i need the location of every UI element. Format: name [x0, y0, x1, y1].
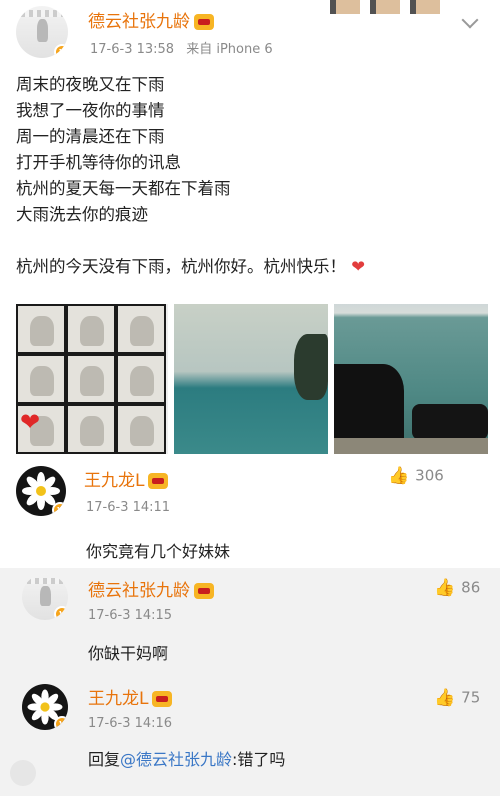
verified-badge-icon: v [54, 44, 68, 58]
header-image-strip [330, 0, 450, 14]
author-name[interactable]: 德云社张九龄 [88, 7, 214, 32]
heart-icon: ❤ [351, 257, 366, 276]
verified-badge-icon: v [52, 502, 66, 516]
vip-crown-icon [194, 14, 214, 30]
chevron-down-icon[interactable] [461, 11, 479, 29]
post-text: 周末的夜晚又在下雨 我想了一夜你的事情 周一的清晨还在下雨 打开手机等待你的讯息… [16, 72, 486, 280]
like-count: 86 [461, 578, 481, 597]
reply-timestamp: 17-6-3 14:16 [88, 716, 173, 731]
tree-shape [294, 334, 328, 400]
commenter-name[interactable]: 王九龙L [84, 466, 169, 491]
like-count: 75 [461, 688, 481, 707]
post-line: 周末的夜晚又在下雨 [16, 75, 165, 94]
post-source: 来自 iPhone 6 [186, 42, 273, 57]
like-button[interactable]: 👍 306 [388, 466, 444, 486]
mention-link[interactable]: @德云社张九龄 [120, 750, 232, 769]
post-line: 周一的清晨还在下雨 [16, 127, 165, 146]
photo-collage[interactable]: ❤ [16, 304, 168, 454]
photo-lake-feet[interactable] [334, 304, 488, 454]
post-line: 杭州的夏天每一天都在下着雨 [16, 179, 231, 198]
vip-crown-icon [148, 473, 169, 489]
rock-shape [334, 438, 488, 454]
like-count: 306 [415, 466, 444, 485]
post-last-line: 杭州的今天没有下雨，杭州你好。杭州快乐！ ❤ [16, 254, 486, 280]
shoe-shape [412, 404, 488, 440]
verified-badge-icon: v [54, 606, 68, 620]
commenter-name-text: 王九龙L [84, 471, 145, 491]
author-avatar[interactable]: v [16, 6, 68, 58]
post-line: 打开手机等待你的讯息 [16, 153, 181, 172]
reply-item: v 王九龙L 👍 75 17-6-3 14:16 回复@德云社张九龄:错了吗 [0, 678, 500, 796]
reply-prefix: 回复 [88, 750, 121, 769]
replier-name[interactable]: 德云社张九龄 [88, 576, 214, 601]
comment-timestamp: 17-6-3 14:11 [86, 500, 171, 515]
comment-text: 你究竟有几个好妹妹 [86, 542, 231, 561]
thumbs-up-icon: 👍 [434, 688, 456, 708]
thumbs-up-icon: 👍 [388, 466, 410, 486]
post-timestamp: 17-6-3 13:58 [90, 42, 175, 57]
replier-name[interactable]: 王九龙L [88, 684, 173, 709]
replier-name-text: 王九龙L [88, 689, 149, 709]
reply-section: v 德云社张九龄 👍 86 17-6-3 14:15 你缺干妈啊 v 王九龙L … [0, 568, 500, 796]
author-name-text: 德云社张九龄 [88, 12, 190, 32]
post-line: 我想了一夜你的事情 [16, 101, 165, 120]
replier-avatar[interactable]: v [22, 574, 68, 620]
vip-crown-icon [194, 583, 214, 599]
thumbs-up-icon: 👍 [434, 578, 456, 598]
post-meta: 17-6-3 13:58 来自 iPhone 6 [90, 38, 273, 57]
post-last-line-text: 杭州的今天没有下雨，杭州你好。杭州快乐！ [16, 257, 346, 276]
post-line: 大雨洗去你的痕迹 [16, 205, 148, 224]
photo-lake[interactable] [174, 304, 328, 454]
commenter-avatar[interactable]: v [16, 466, 66, 516]
reply-timestamp: 17-6-3 14:15 [88, 608, 173, 623]
like-button[interactable]: 👍 75 [434, 688, 480, 708]
reply-text: 你缺干妈啊 [88, 644, 169, 663]
replier-name-text: 德云社张九龄 [88, 581, 190, 601]
reply-item: v 德云社张九龄 👍 86 17-6-3 14:15 你缺干妈啊 [0, 568, 500, 678]
comment-item: v 王九龙L 👍 306 17-6-3 14:11 你究竟有几个好妹妹 [0, 460, 500, 568]
vip-crown-icon [152, 691, 173, 707]
heart-sticker-icon: ❤ [20, 408, 41, 436]
reply-text: 回复@德云社张九龄:错了吗 [88, 746, 285, 770]
verified-badge-icon: v [54, 716, 68, 730]
like-button[interactable]: 👍 86 [434, 578, 480, 598]
reply-suffix: :错了吗 [232, 750, 286, 769]
weibo-post: v 德云社张九龄 17-6-3 13:58 来自 iPhone 6 周末的夜晚又… [0, 0, 500, 460]
replier-avatar[interactable]: v [22, 684, 68, 730]
watermark-logo [10, 760, 36, 786]
